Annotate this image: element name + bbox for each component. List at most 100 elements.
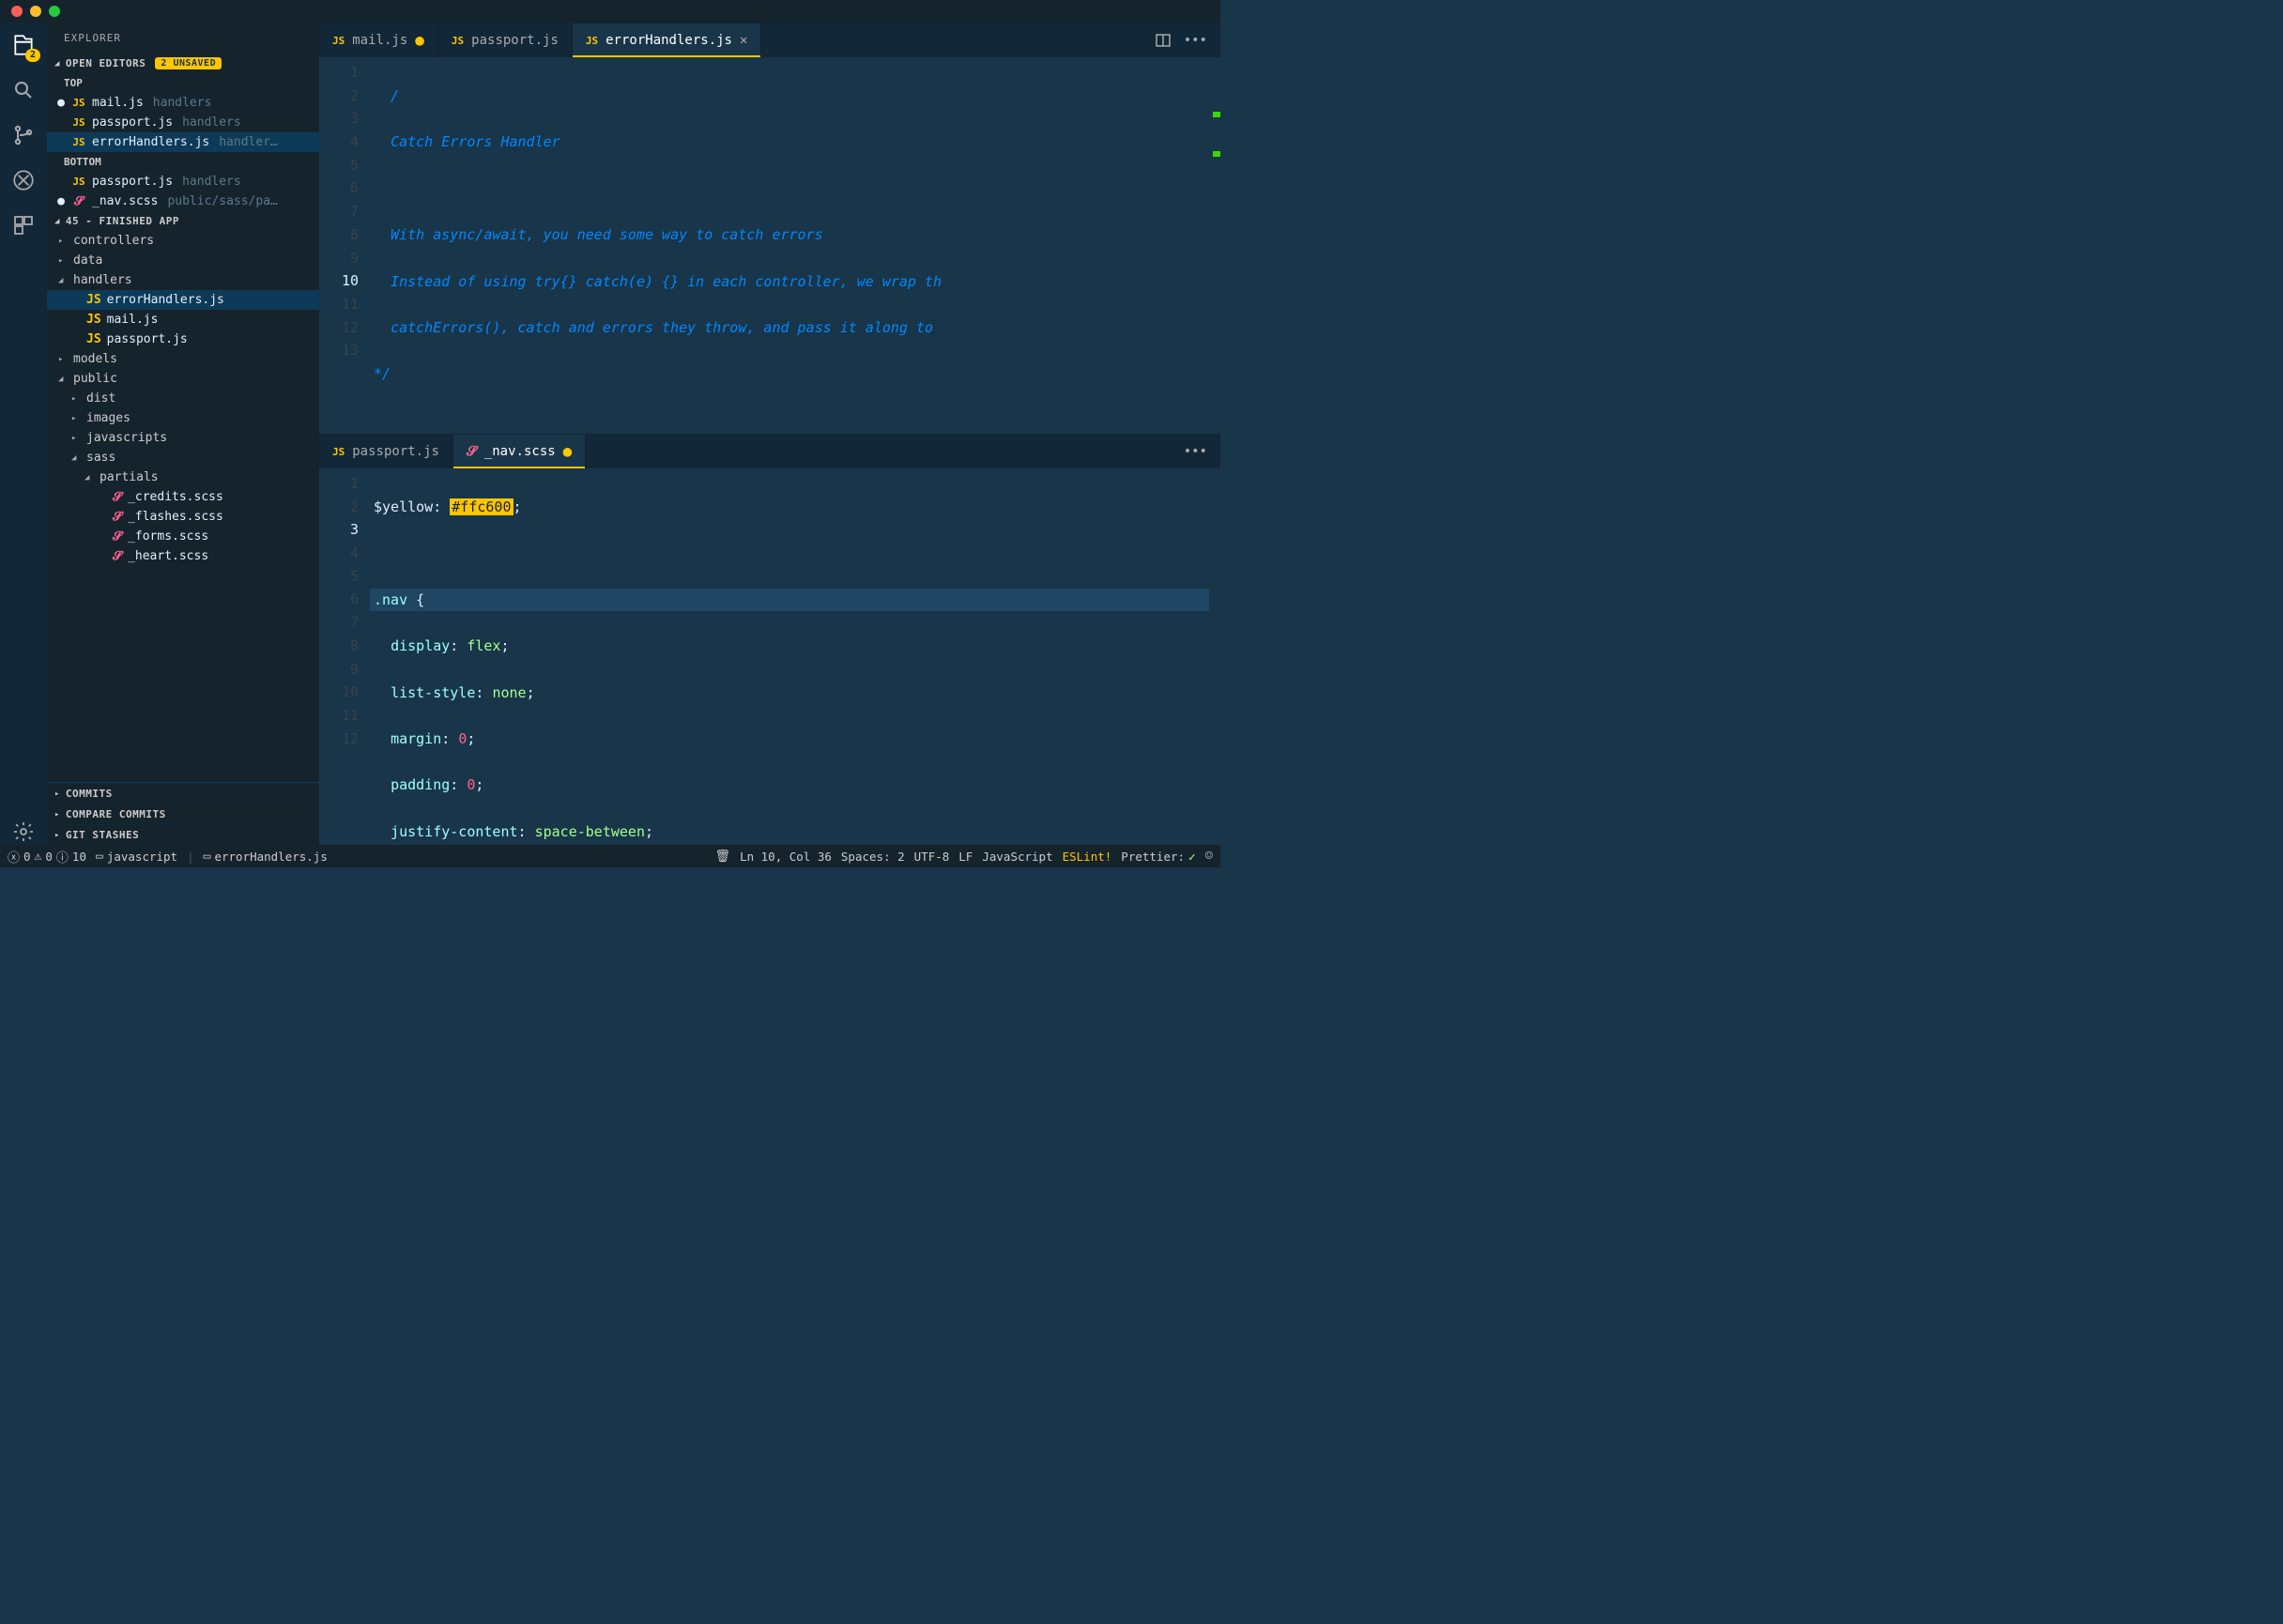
window-controls xyxy=(11,6,60,17)
chevron-right-icon: ▸ xyxy=(58,355,68,364)
code-content[interactable]: $yellow: #ffc600; .nav { display: flex; … xyxy=(370,468,1209,845)
collapsed-panel-header[interactable]: ▸GIT STASHES xyxy=(47,824,319,845)
line-number: 12 xyxy=(319,316,359,340)
file-path: public/sass/pa… xyxy=(167,194,277,208)
maximize-window-button[interactable] xyxy=(49,6,60,17)
close-tab-icon[interactable]: ✕ xyxy=(740,33,747,48)
folder-item[interactable]: ▸ data xyxy=(47,251,319,270)
chevron-down-icon: ◢ xyxy=(58,276,68,285)
folder-item[interactable]: ◢ handlers xyxy=(47,270,319,290)
line-number: 2 xyxy=(319,84,359,108)
status-prettier[interactable]: Prettier: ✓ xyxy=(1121,850,1195,864)
folder-item[interactable]: ▸javascripts xyxy=(47,428,319,448)
js-file-icon: JS xyxy=(86,313,101,327)
open-editor-item[interactable]: JSpassport.jshandlers xyxy=(47,172,319,192)
folder-item[interactable]: ▸images xyxy=(47,408,319,428)
status-indent[interactable]: Spaces: 2 xyxy=(841,850,905,864)
file-item[interactable]: 𝓢_credits.scss xyxy=(47,487,319,507)
file-tree: ▸ controllers ▸ data ◢ handlers JSerrorHandler… xyxy=(47,231,319,782)
file-item[interactable]: 𝓢 _flashes.scss xyxy=(47,507,319,527)
split-editor-icon[interactable] xyxy=(1156,33,1171,48)
explorer-icon[interactable]: 2 xyxy=(10,32,37,58)
scss-file-icon: 𝓢 xyxy=(467,444,477,459)
js-file-icon: JS xyxy=(86,293,101,307)
more-actions-icon[interactable]: ••• xyxy=(1184,33,1207,48)
scss-file-icon: 𝓢 xyxy=(113,549,122,563)
scss-file-icon: 𝓢 xyxy=(113,490,122,504)
status-eol[interactable]: LF xyxy=(958,850,973,864)
item-label: _flashes.scss xyxy=(128,510,223,524)
status-language-mode[interactable]: JavaScript xyxy=(982,850,1052,864)
sidebar: EXPLORER ◢ OPEN EDITORS 2 UNSAVED TOP●JS… xyxy=(47,23,319,845)
line-number: 1 xyxy=(319,61,359,84)
item-label: handlers xyxy=(73,273,132,287)
open-editor-item[interactable]: ●𝓢_nav.scsspublic/sass/pa… xyxy=(47,192,319,211)
status-encoding[interactable]: UTF-8 xyxy=(914,850,950,864)
chevron-right-icon: ▸ xyxy=(58,256,68,266)
item-label: public xyxy=(73,372,117,386)
editor-tab[interactable]: 𝓢_nav.scss● xyxy=(453,435,586,468)
open-editor-item[interactable]: JSerrorHandlers.jshandler… xyxy=(47,132,319,152)
minimize-window-button[interactable] xyxy=(30,6,41,17)
line-number: 5 xyxy=(319,154,359,177)
js-file-icon: JS xyxy=(71,176,86,188)
item-label: controllers xyxy=(73,234,154,248)
editor-tab[interactable]: JSpassport.js xyxy=(438,23,573,57)
status-language-scope[interactable]: ▭ javascript xyxy=(96,850,177,864)
editor-tab[interactable]: JSmail.js● xyxy=(319,23,438,57)
chevron-right-icon: ▸ xyxy=(58,237,68,246)
file-item[interactable]: 𝓢_forms.scss xyxy=(47,527,319,546)
source-control-icon[interactable] xyxy=(10,122,37,148)
folder-item[interactable]: ▸dist xyxy=(47,389,319,408)
chevron-right-icon: ▸ xyxy=(54,789,60,799)
settings-gear-icon[interactable] xyxy=(10,819,37,845)
file-item[interactable]: 𝓢_heart.scss xyxy=(47,546,319,566)
tab-label: errorHandlers.js xyxy=(605,33,732,48)
file-item[interactable]: JSmail.js xyxy=(47,310,319,329)
collapsed-sections: ▸COMMITS▸COMPARE COMMITS▸GIT STASHES xyxy=(47,782,319,845)
editor-tab[interactable]: JSpassport.js xyxy=(319,435,453,468)
item-label: data xyxy=(73,253,102,268)
open-editor-item[interactable]: ●JSmail.jshandlers xyxy=(47,93,319,113)
extensions-icon[interactable] xyxy=(10,212,37,238)
collapsed-panel-header[interactable]: ▸COMPARE COMMITS xyxy=(47,804,319,824)
dirty-indicator: ● xyxy=(56,194,66,208)
more-actions-icon[interactable]: ••• xyxy=(1184,444,1207,459)
code-content[interactable]: / Catch Errors Handler With async/await,… xyxy=(370,57,1209,434)
item-label: javascripts xyxy=(86,431,167,445)
folder-item[interactable]: ▸ controllers xyxy=(47,231,319,251)
search-icon[interactable] xyxy=(10,77,37,103)
close-window-button[interactable] xyxy=(11,6,23,17)
folder-item[interactable]: ◢public xyxy=(47,369,319,389)
folder-item[interactable]: ◢partials xyxy=(47,467,319,487)
status-cursor-position[interactable]: Ln 10, Col 36 xyxy=(740,850,832,864)
status-filename[interactable]: ▭ errorHandlers.js xyxy=(204,850,328,864)
file-item[interactable]: JSpassport.js xyxy=(47,329,319,349)
scss-file-icon: 𝓢 xyxy=(113,510,122,524)
file-item[interactable]: JSerrorHandlers.js xyxy=(47,290,319,310)
item-label: _forms.scss xyxy=(128,529,208,544)
open-editors-group-label: TOP xyxy=(47,73,319,93)
status-trash-icon[interactable]: 🗑 xyxy=(715,850,731,864)
open-editors-header[interactable]: ◢ OPEN EDITORS 2 UNSAVED xyxy=(47,54,319,73)
titlebar[interactable] xyxy=(0,0,1220,23)
minimap[interactable] xyxy=(1209,57,1220,434)
js-file-icon: JS xyxy=(71,136,86,148)
status-feedback-icon[interactable]: ☺ xyxy=(1205,849,1213,864)
collapsed-panel-header[interactable]: ▸COMMITS xyxy=(47,783,319,804)
status-eslint[interactable]: ESLint! xyxy=(1063,850,1112,864)
open-editor-item[interactable]: JSpassport.jshandlers xyxy=(47,113,319,132)
open-editors-list: TOP●JSmail.jshandlersJSpassport.jshandle… xyxy=(47,73,319,211)
tab-label: _nav.scss xyxy=(484,444,556,459)
folder-item[interactable]: ▸models xyxy=(47,349,319,369)
debug-icon[interactable] xyxy=(10,167,37,193)
folder-item[interactable]: ◢sass xyxy=(47,448,319,467)
project-header[interactable]: ◢ 45 - FINISHED APP xyxy=(47,211,319,231)
editor-group-bottom: JSpassport.js𝓢_nav.scss● ••• 12345678910… xyxy=(319,434,1220,845)
editor-tab[interactable]: JSerrorHandlers.js✕ xyxy=(573,23,762,57)
chevron-right-icon: ▸ xyxy=(71,414,81,423)
code-area-top[interactable]: 12345678910111213 / Catch Errors Handler… xyxy=(319,57,1220,434)
minimap[interactable] xyxy=(1209,468,1220,845)
code-area-bottom[interactable]: 123456789101112 $yellow: #ffc600; .nav {… xyxy=(319,468,1220,845)
status-problems[interactable]: ⓧ0 ⚠0 ⓘ10 xyxy=(8,848,86,866)
